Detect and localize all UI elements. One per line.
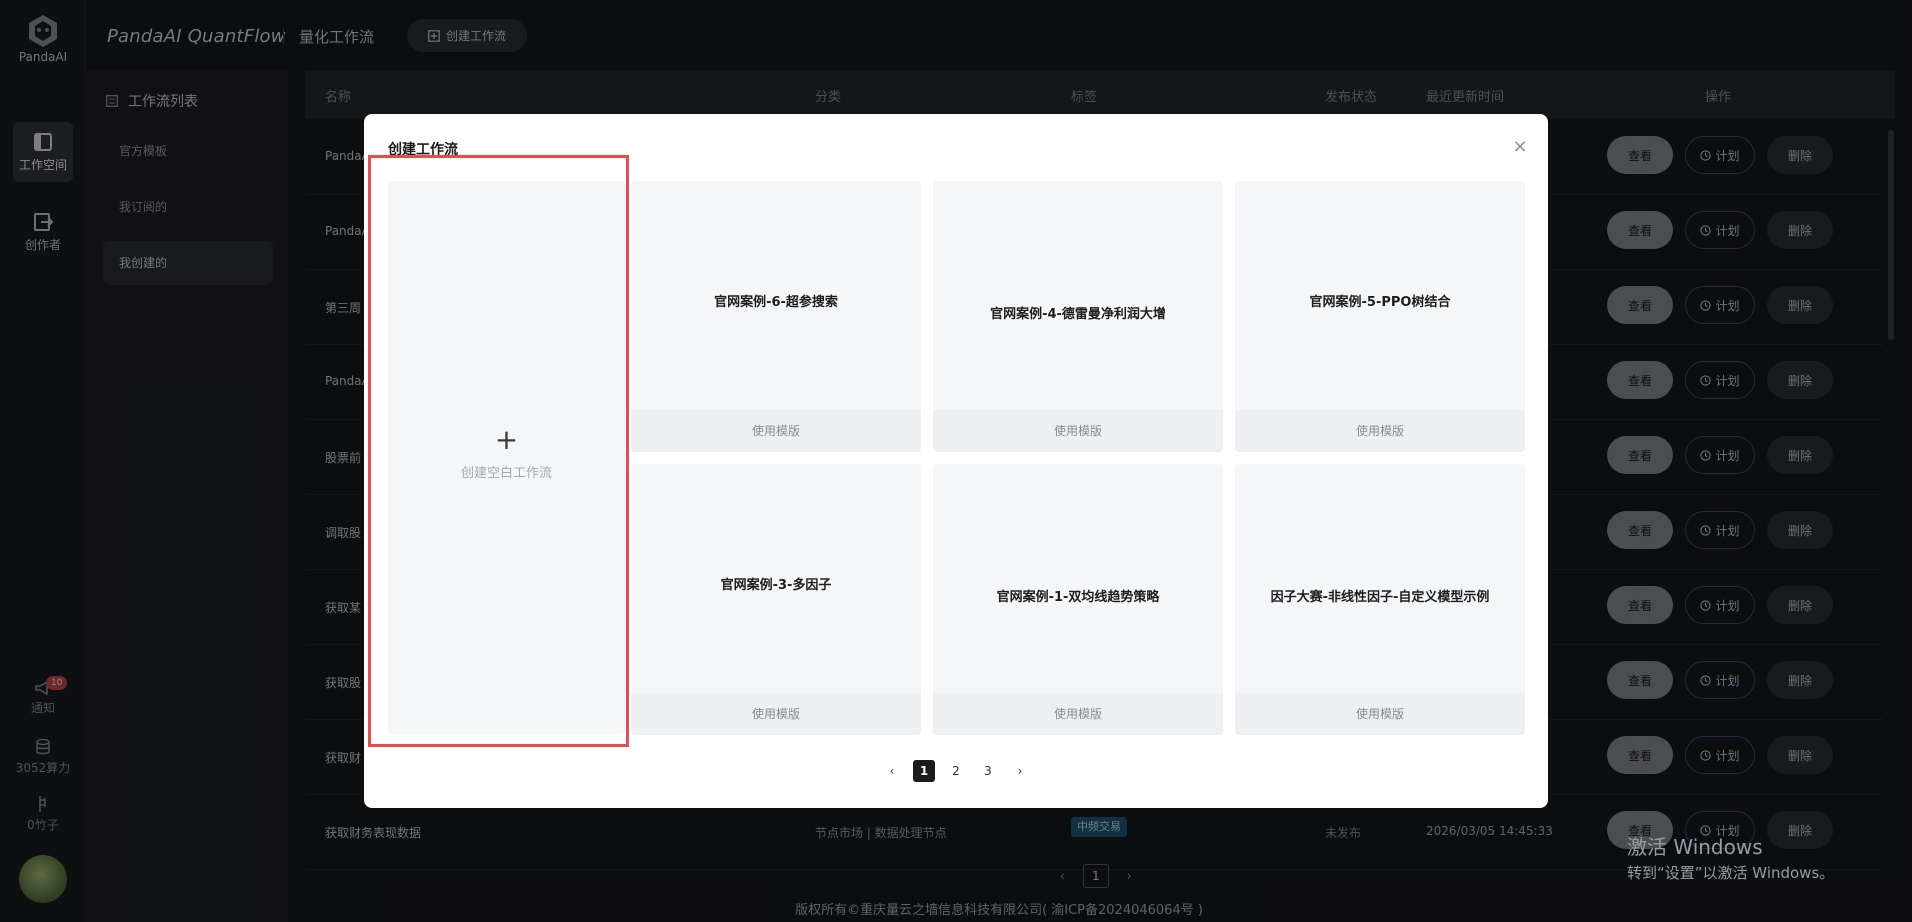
template-name: 官网案例-4-德雷曼净利润大增 <box>990 307 1166 322</box>
modal-next-page[interactable]: › <box>1009 760 1031 782</box>
use-template-button[interactable]: 使用模版 <box>631 410 921 452</box>
template-card[interactable]: 官网案例-1-双均线趋势策略使用模版 <box>933 464 1223 735</box>
template-name: 官网案例-1-双均线趋势策略 <box>996 590 1160 605</box>
template-card[interactable]: 官网案例-5-PPO树结合使用模版 <box>1235 181 1525 452</box>
modal-prev-page[interactable]: ‹ <box>881 760 903 782</box>
use-template-button[interactable]: 使用模版 <box>933 693 1223 735</box>
use-template-button[interactable]: 使用模版 <box>1235 693 1525 735</box>
modal-page-1[interactable]: 1 <box>913 760 935 782</box>
modal-pagination: ‹ 1 2 3 › <box>364 760 1548 782</box>
template-name: 因子大赛-非线性因子-自定义模型示例 <box>1270 590 1490 605</box>
windows-activation-watermark: 激活 Windows 转到“设置”以激活 Windows。 <box>1627 835 1835 882</box>
template-name: 官网案例-5-PPO树结合 <box>1309 295 1451 310</box>
use-template-button[interactable]: 使用模版 <box>933 410 1223 452</box>
template-name: 官网案例-3-多因子 <box>720 578 832 593</box>
close-icon[interactable]: × <box>1512 138 1528 156</box>
template-card[interactable]: 官网案例-6-超参搜索使用模版 <box>631 181 921 452</box>
modal-page-2[interactable]: 2 <box>945 760 967 782</box>
use-template-button[interactable]: 使用模版 <box>631 693 921 735</box>
template-name: 官网案例-6-超参搜索 <box>714 295 838 310</box>
modal-page-3[interactable]: 3 <box>977 760 999 782</box>
use-template-button[interactable]: 使用模版 <box>1235 410 1525 452</box>
template-card[interactable]: 因子大赛-非线性因子-自定义模型示例使用模版 <box>1235 464 1525 735</box>
highlight-box <box>368 155 629 747</box>
template-card[interactable]: 官网案例-4-德雷曼净利润大增使用模版 <box>933 181 1223 452</box>
template-card[interactable]: 官网案例-3-多因子使用模版 <box>631 464 921 735</box>
